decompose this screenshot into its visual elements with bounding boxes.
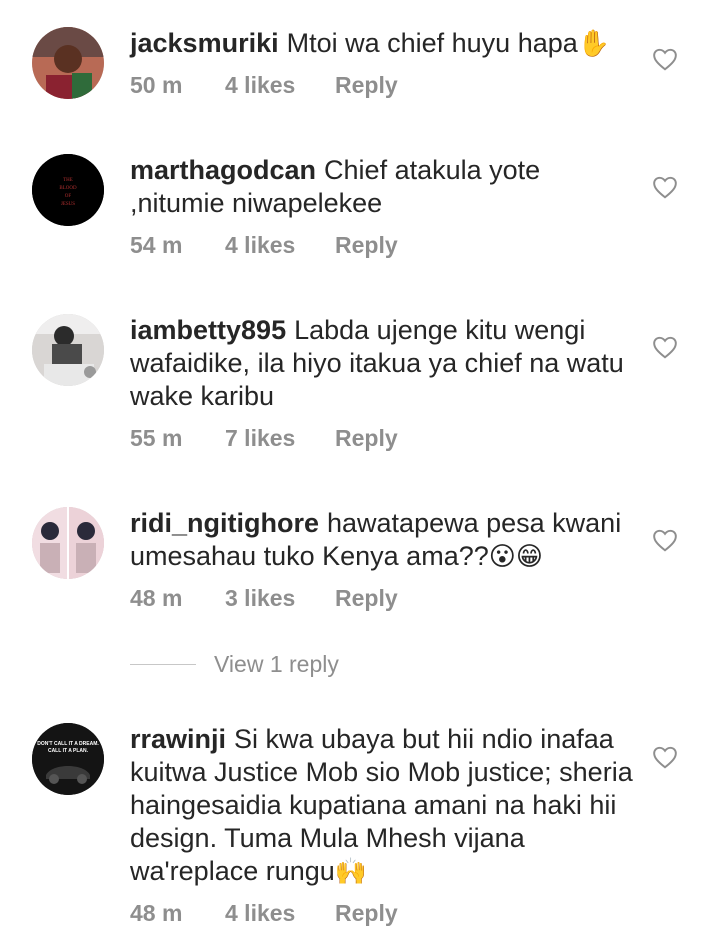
comment-emoji: 🙌 <box>334 856 368 886</box>
reply-button[interactable]: Reply <box>335 425 398 452</box>
comment-username[interactable]: marthagodcan <box>130 155 316 185</box>
svg-text:JESUS: JESUS <box>61 202 75 207</box>
avatar[interactable] <box>32 507 104 579</box>
view-replies-button[interactable]: View 1 reply <box>130 651 339 678</box>
svg-text:CALL IT A PLAN.: CALL IT A PLAN. <box>48 748 89 754</box>
comment-emoji: ✋ <box>577 28 611 58</box>
comment-text: Mtoi wa chief huyu hapa <box>286 28 578 58</box>
divider-line <box>130 664 196 665</box>
heart-outline-icon[interactable] <box>652 335 678 359</box>
avatar[interactable]: DON'T CALL IT A DREAM. CALL IT A PLAN. <box>32 723 104 795</box>
comment-username[interactable]: jacksmuriki <box>130 28 279 58</box>
heart-outline-icon[interactable] <box>652 175 678 199</box>
avatar[interactable] <box>32 314 104 386</box>
comment-timestamp: 55 m <box>130 425 183 451</box>
comment-username[interactable]: iambetty895 <box>130 315 286 345</box>
comment-timestamp: 48 m <box>130 900 183 926</box>
view-replies-label: View 1 reply <box>214 651 339 677</box>
comment-timestamp: 48 m <box>130 585 183 611</box>
heart-outline-icon[interactable] <box>652 528 678 552</box>
svg-text:BLOOD: BLOOD <box>59 186 77 191</box>
svg-text:THE: THE <box>63 178 73 183</box>
comment-emoji: 😮😁 <box>488 541 543 571</box>
comment-likes-count[interactable]: 4 likes <box>225 900 335 927</box>
comment-likes-count[interactable]: 3 likes <box>225 585 335 612</box>
comment-likes-count[interactable]: 4 likes <box>225 72 335 99</box>
avatar[interactable] <box>32 27 104 99</box>
reply-button[interactable]: Reply <box>335 72 398 99</box>
comment-likes-count[interactable]: 7 likes <box>225 425 335 452</box>
heart-outline-icon[interactable] <box>652 745 678 769</box>
reply-button[interactable]: Reply <box>335 232 398 259</box>
avatar[interactable]: THE BLOOD OF JESUS <box>32 154 104 226</box>
comment-timestamp: 54 m <box>130 232 183 258</box>
comment-timestamp: 50 m <box>130 72 183 98</box>
comment-username[interactable]: rrawinji <box>130 724 226 754</box>
reply-button[interactable]: Reply <box>335 900 398 927</box>
reply-button[interactable]: Reply <box>335 585 398 612</box>
comment-likes-count[interactable]: 4 likes <box>225 232 335 259</box>
comment-username[interactable]: ridi_ngitighore <box>130 508 319 538</box>
svg-text:DON'T CALL IT A DREAM.: DON'T CALL IT A DREAM. <box>37 741 99 747</box>
heart-outline-icon[interactable] <box>652 47 678 71</box>
svg-text:OF: OF <box>65 194 72 199</box>
